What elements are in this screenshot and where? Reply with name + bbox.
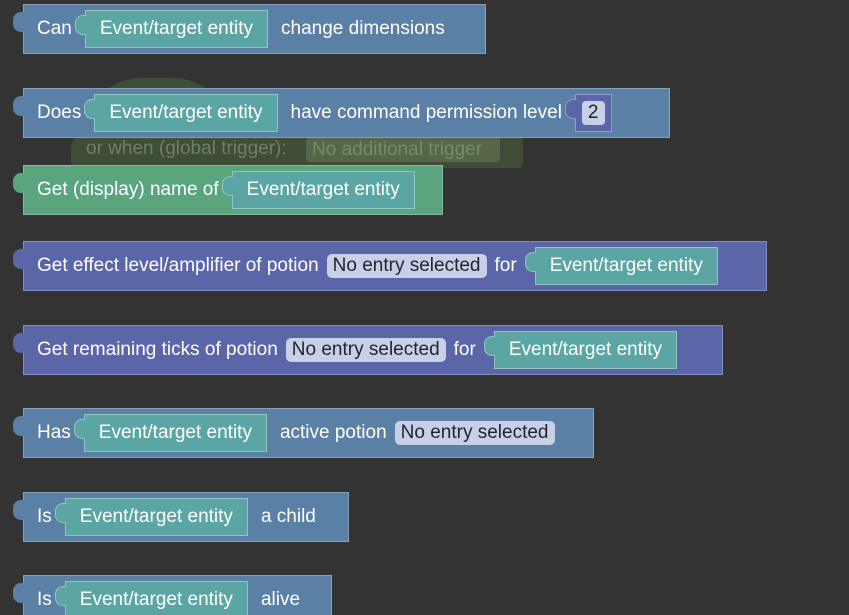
block-get-effect-level[interactable]: Get effect level/amplifier of potion No … [13,241,767,291]
block-label: for [494,255,517,276]
block-label: have command permission level [290,102,562,123]
entity-input-slot[interactable]: Event/target entity [73,414,267,452]
entity-input-slot[interactable]: Event/target entity [221,171,415,209]
ghost-trigger-label: or when (global trigger): [86,138,287,159]
entity-slot-label: Event/target entity [98,422,252,443]
block-label: a child [260,506,316,527]
entity-input-slot[interactable]: Event/target entity [524,247,718,285]
entity-input-slot[interactable]: Event/target entity [74,10,269,48]
block-label: for [453,339,476,360]
block-is-alive[interactable]: Is Event/target entity alive [13,575,332,615]
number-input-slot[interactable]: 2 [565,94,612,132]
block-has-permission-level[interactable]: Does Event/target entity have command pe… [13,88,670,138]
block-get-display-name[interactable]: Get (display) name of Event/target entit… [13,165,443,215]
entity-slot-label: Event/target entity [549,255,703,276]
entity-input-slot[interactable]: Event/target entity [54,581,248,615]
entity-slot-label: Event/target entity [99,18,254,39]
entity-slot-label: Event/target entity [79,589,233,610]
ghost-trigger-dropdown: No additional trigger [306,137,501,162]
entity-slot-label: Event/target entity [508,339,662,360]
entity-slot-label: Event/target entity [109,102,263,123]
entity-input-slot[interactable]: Event/target entity [84,94,278,132]
blockly-workspace[interactable]: or when (global trigger): No additional … [0,0,849,615]
entity-input-slot[interactable]: Event/target entity [54,498,248,536]
block-can-change-dimensions[interactable]: Can Event/target entity change dimension… [13,4,486,54]
block-label: Get (display) name of [37,179,219,200]
block-has-active-potion[interactable]: Has Event/target entity active potion No… [13,408,594,458]
block-label: Get effect level/amplifier of potion [37,255,319,276]
entity-slot-label: Event/target entity [246,179,400,200]
entity-input-slot[interactable]: Event/target entity [483,331,677,369]
block-label: change dimensions [281,18,445,39]
entity-slot-label: Event/target entity [79,506,233,527]
potion-dropdown[interactable]: No entry selected [394,421,555,445]
potion-dropdown[interactable]: No entry selected [285,338,446,362]
potion-dropdown[interactable]: No entry selected [326,254,487,278]
block-label: active potion [279,422,387,443]
block-label: alive [260,589,301,610]
block-get-remaining-ticks[interactable]: Get remaining ticks of potion No entry s… [13,325,723,375]
block-label: Get remaining ticks of potion [37,339,278,360]
number-value[interactable]: 2 [581,101,605,125]
block-is-child[interactable]: Is Event/target entity a child [13,492,349,542]
